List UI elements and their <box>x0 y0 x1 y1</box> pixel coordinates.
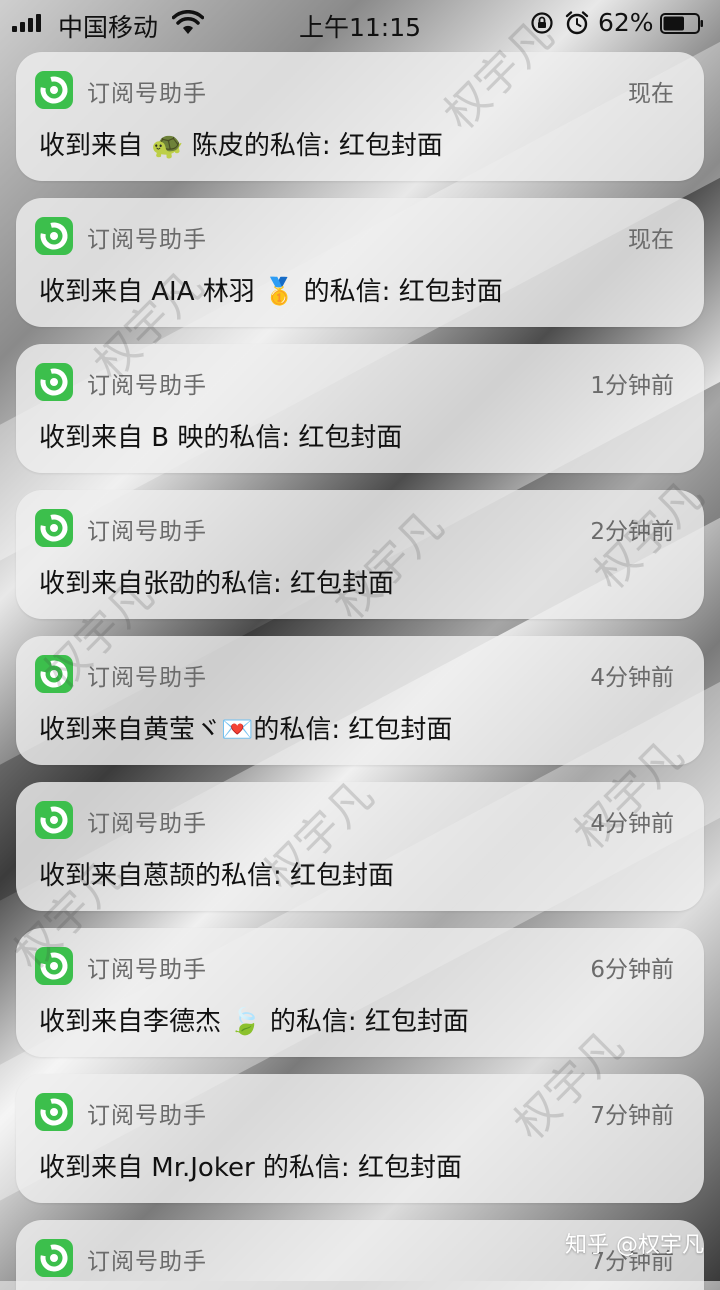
battery-percent: 62% <box>598 8 654 37</box>
status-bar: 中国移动 上午11:15 62% <box>0 0 720 48</box>
notification-time: 6分钟前 <box>590 957 674 983</box>
notification-message: 收到来自 AIA 林羽 🥇 的私信: 红包封面 <box>39 277 503 307</box>
app-name: 订阅号助手 <box>87 811 207 837</box>
app-name: 订阅号助手 <box>87 373 207 399</box>
app-name: 订阅号助手 <box>87 1249 207 1275</box>
zhihu-watermark: 知乎 @权宇凡 <box>565 1233 704 1258</box>
notification-time: 1分钟前 <box>590 373 674 399</box>
subscription-assistant-icon <box>35 947 73 985</box>
rotation-lock-icon <box>531 12 553 34</box>
subscription-assistant-icon <box>35 217 73 255</box>
notification-card[interactable]: 订阅号助手 现在 收到来自 AIA 林羽 🥇 的私信: 红包封面 <box>16 198 704 327</box>
notification-message: 收到来自蒽颉的私信: 红包封面 <box>39 861 395 891</box>
notification-time: 4分钟前 <box>590 811 674 837</box>
notification-card[interactable]: 订阅号助手 2分钟前 收到来自张劭的私信: 红包封面 <box>16 490 704 619</box>
app-name: 订阅号助手 <box>87 227 207 253</box>
subscription-assistant-icon <box>35 363 73 401</box>
app-name: 订阅号助手 <box>87 665 207 691</box>
app-name: 订阅号助手 <box>87 519 207 545</box>
notification-message: 收到来自李德杰 🍃 的私信: 红包封面 <box>39 1007 469 1037</box>
subscription-assistant-icon <box>35 1093 73 1131</box>
notification-message: 收到来自黄莹ヾ💌的私信: 红包封面 <box>39 715 453 745</box>
alarm-icon <box>565 11 589 35</box>
notification-time: 4分钟前 <box>590 665 674 691</box>
subscription-assistant-icon <box>35 1239 73 1277</box>
notification-time: 现在 <box>628 227 674 253</box>
notification-message: 收到来自 Mr.Joker 的私信: 红包封面 <box>39 1153 462 1183</box>
subscription-assistant-icon <box>35 71 73 109</box>
battery-icon <box>660 13 703 34</box>
subscription-assistant-icon <box>35 801 73 839</box>
notification-message: 收到来自张劭的私信: 红包封面 <box>39 569 395 599</box>
notification-message: 收到来自 B 映的私信: 红包封面 <box>39 423 403 453</box>
notification-card[interactable]: 订阅号助手 现在 收到来自 🐢 陈皮的私信: 红包封面 <box>16 52 704 181</box>
subscription-assistant-icon <box>35 509 73 547</box>
app-name: 订阅号助手 <box>87 81 207 107</box>
notification-card[interactable]: 订阅号助手 4分钟前 收到来自蒽颉的私信: 红包封面 <box>16 782 704 911</box>
notification-time: 2分钟前 <box>590 519 674 545</box>
app-name: 订阅号助手 <box>87 1103 207 1129</box>
notification-card[interactable]: 订阅号助手 4分钟前 收到来自黄莹ヾ💌的私信: 红包封面 <box>16 636 704 765</box>
notification-card[interactable]: 订阅号助手 7分钟前 收到来自 Mr.Joker 的私信: 红包封面 <box>16 1074 704 1203</box>
notification-message: 收到来自 🐢 陈皮的私信: 红包封面 <box>39 131 443 161</box>
subscription-assistant-icon <box>35 655 73 693</box>
notification-time: 7分钟前 <box>590 1103 674 1129</box>
notification-time: 现在 <box>628 81 674 107</box>
notification-card[interactable]: 订阅号助手 6分钟前 收到来自李德杰 🍃 的私信: 红包封面 <box>16 928 704 1057</box>
app-name: 订阅号助手 <box>87 957 207 983</box>
notification-card[interactable]: 订阅号助手 1分钟前 收到来自 B 映的私信: 红包封面 <box>16 344 704 473</box>
